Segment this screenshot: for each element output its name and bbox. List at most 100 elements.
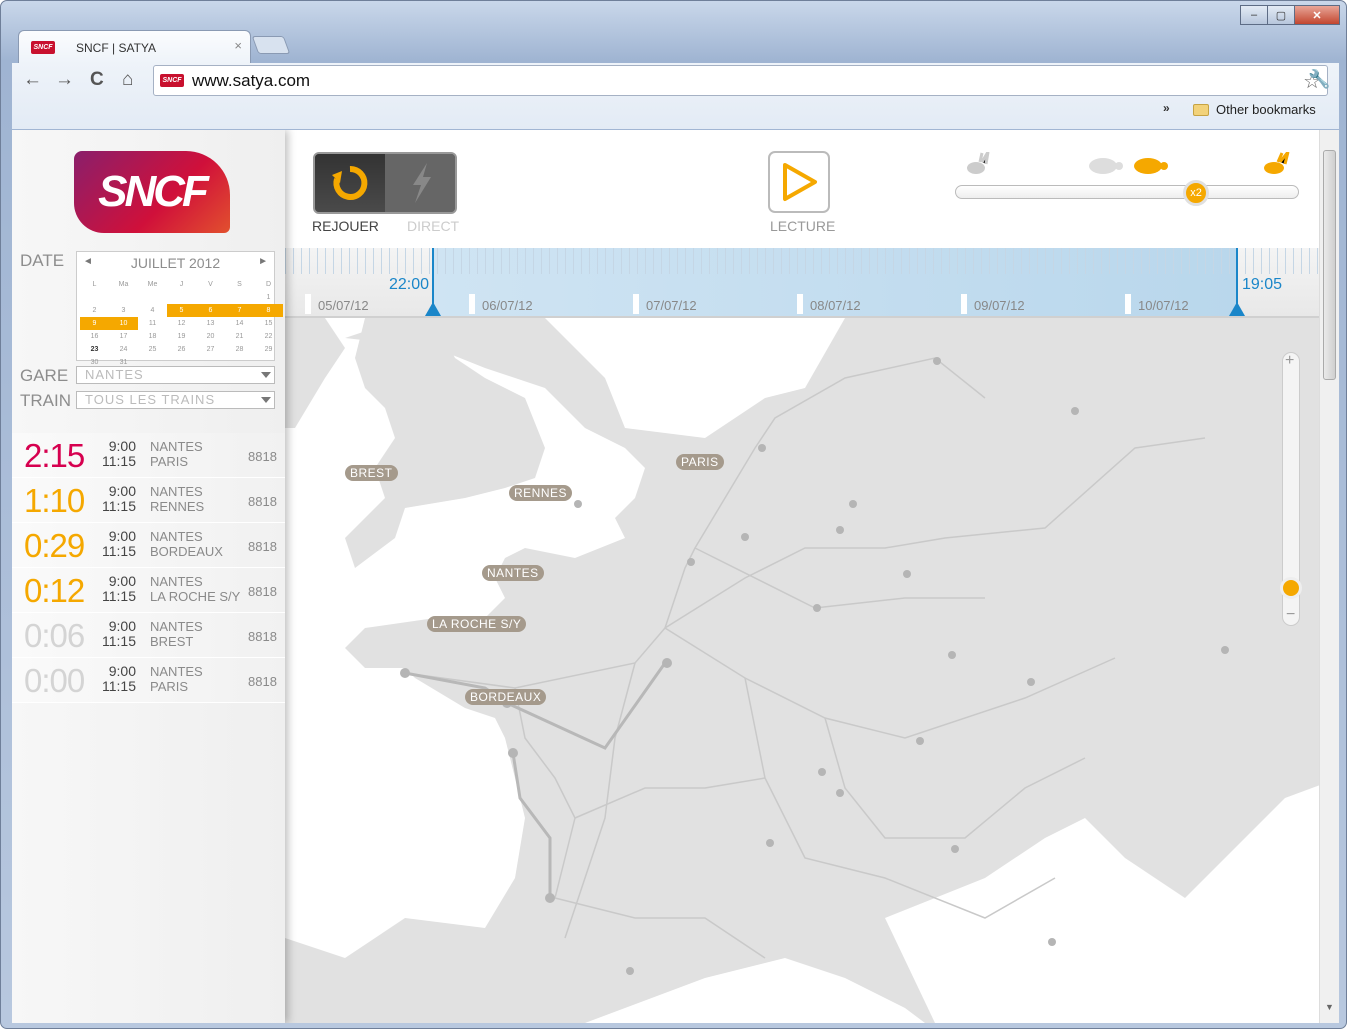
calendar-day[interactable]: 16 [80, 330, 109, 343]
train-row[interactable]: 0:06 9:00 11:15 NANTES BREST 8818 [12, 613, 285, 658]
calendar-day[interactable]: 18 [138, 330, 167, 343]
forward-icon[interactable]: → [55, 69, 74, 91]
timeline-end-handle[interactable] [1229, 302, 1245, 316]
zoom-in-icon[interactable]: + [1285, 352, 1294, 370]
scrollbar-thumb[interactable] [1323, 150, 1336, 380]
direct-button[interactable] [385, 154, 455, 212]
calendar-day[interactable]: 29 [254, 343, 283, 356]
back-icon[interactable]: ← [23, 69, 42, 91]
calendar-day[interactable]: 11 [138, 317, 167, 330]
calendar-day [109, 291, 138, 304]
calendar-day [225, 291, 254, 304]
calendar-day[interactable]: 5 [167, 304, 196, 317]
station-dot [758, 444, 766, 452]
home-icon[interactable]: ⌂ [122, 69, 133, 91]
scrollbar[interactable]: ▼ [1319, 130, 1339, 1023]
browser-tab[interactable]: SNCF SNCF | SATYA × [18, 30, 251, 64]
calendar-day[interactable]: 15 [254, 317, 283, 330]
train-select[interactable]: TOUS LES TRAINS [76, 391, 275, 409]
calendar-day[interactable]: 19 [167, 330, 196, 343]
calendar-day[interactable]: 24 [109, 343, 138, 356]
train-row[interactable]: 2:15 9:00 11:15 NANTES PARIS 8818 [12, 433, 285, 478]
city-label-paris[interactable]: PARIS [676, 454, 724, 470]
arrival-time: 11:15 [102, 453, 136, 469]
calendar-day[interactable]: 8 [254, 304, 283, 317]
from-station: NANTES [150, 439, 203, 454]
calendar-day[interactable]: 12 [167, 317, 196, 330]
more-bookmarks-icon[interactable]: » [1163, 101, 1170, 115]
arrival-time: 11:15 [102, 633, 136, 649]
city-label-nantes[interactable]: NANTES [482, 565, 544, 581]
date-label: DATE [20, 251, 65, 270]
train-row[interactable]: 0:12 9:00 11:15 NANTES LA ROCHE S/Y 8818 [12, 568, 285, 613]
calendar: ◄ JUILLET 2012 ► L Ma Me J V S D 1 2 3 4 5 6 7 8 9 10 11 1… [76, 251, 283, 366]
minimize-button[interactable]: – [1240, 5, 1268, 25]
wrench-icon[interactable]: 🔧 [1308, 69, 1330, 90]
zoom-out-icon[interactable]: − [1286, 606, 1295, 624]
gare-select[interactable]: NANTES [76, 366, 275, 384]
new-tab-button[interactable] [251, 36, 291, 54]
timeline-date-marker [961, 294, 967, 314]
calendar-day[interactable]: 22 [254, 330, 283, 343]
close-window-button[interactable]: ✕ [1294, 5, 1340, 25]
calendar-day[interactable]: 10 [109, 317, 138, 330]
calendar-day[interactable]: 26 [167, 343, 196, 356]
url-text[interactable]: www.satya.com [192, 71, 310, 91]
reload-icon[interactable]: C [90, 69, 104, 91]
calendar-day[interactable]: 4 [138, 304, 167, 317]
turtle-icon [1130, 152, 1170, 182]
other-bookmarks[interactable]: Other bookmarks [1193, 102, 1316, 117]
calendar-day[interactable]: 23 [80, 343, 109, 356]
calendar-day[interactable]: 6 [196, 304, 225, 317]
tab-close-icon[interactable]: × [234, 38, 242, 53]
calendar-day[interactable]: 21 [225, 330, 254, 343]
calendar-day[interactable]: 27 [196, 343, 225, 356]
city-label-la-roche[interactable]: LA ROCHE S/Y [427, 616, 527, 632]
rail-map[interactable]: BREST RENNES PARIS NANTES LA ROCHE S/Y B… [285, 318, 1339, 1023]
from-station: NANTES [150, 574, 203, 589]
city-label-bordeaux[interactable]: BORDEAUX [465, 689, 547, 705]
calendar-weekday: V [208, 281, 213, 288]
train-times: 9:00 11:15 [101, 439, 136, 469]
city-label-brest[interactable]: BREST [345, 465, 398, 481]
ireland-land [285, 318, 345, 428]
address-bar[interactable]: SNCF www.satya.com ☆ [153, 65, 1328, 96]
play-button[interactable] [768, 151, 830, 213]
speed-slider-handle[interactable]: x2 [1183, 180, 1209, 206]
calendar-day[interactable]: 25 [138, 343, 167, 356]
playback-controls: REJOUER DIRECT LECTURE x2 [285, 130, 1339, 248]
train-number: 8818 [248, 629, 277, 644]
timeline[interactable]: 05/07/12 06/07/12 07/07/12 08/07/12 09/07/12… [285, 248, 1339, 318]
station-dot [741, 533, 749, 541]
scroll-down-icon[interactable]: ▼ [1325, 1002, 1334, 1012]
station-dot [574, 500, 582, 508]
train-duration: 0:29 [24, 527, 85, 564]
calendar-day[interactable]: 2 [80, 304, 109, 317]
train-row[interactable]: 0:00 9:00 11:15 NANTES PARIS 8818 [12, 658, 285, 703]
train-duration: 0:06 [24, 617, 85, 654]
calendar-day[interactable]: 9 [80, 317, 109, 330]
train-times: 9:00 11:15 [101, 529, 136, 559]
city-label-rennes[interactable]: RENNES [509, 485, 573, 501]
train-row[interactable]: 1:10 9:00 11:15 NANTES RENNES 8818 [12, 478, 285, 523]
rabbit-fast-icon [1260, 151, 1294, 182]
calendar-day[interactable]: 1 [254, 291, 283, 304]
timeline-start-handle[interactable] [425, 302, 441, 316]
calendar-next-icon[interactable]: ► [258, 256, 268, 267]
replay-button[interactable] [315, 154, 385, 212]
departure-time: 9:00 [108, 528, 136, 544]
train-row[interactable]: 0:29 9:00 11:15 NANTES BORDEAUX 8818 [12, 523, 285, 568]
calendar-day[interactable]: 20 [196, 330, 225, 343]
calendar-day[interactable]: 7 [225, 304, 254, 317]
calendar-day[interactable]: 13 [196, 317, 225, 330]
calendar-day [196, 291, 225, 304]
maximize-button[interactable]: ▢ [1267, 5, 1295, 25]
calendar-day[interactable]: 14 [225, 317, 254, 330]
speed-slider[interactable] [955, 185, 1299, 199]
train-label: TRAIN [20, 391, 71, 410]
zoom-slider-handle[interactable] [1280, 577, 1302, 599]
calendar-day[interactable]: 28 [225, 343, 254, 356]
calendar-day[interactable]: 3 [109, 304, 138, 317]
calendar-day[interactable]: 17 [109, 330, 138, 343]
timeline-date: 06/07/12 [482, 298, 533, 313]
